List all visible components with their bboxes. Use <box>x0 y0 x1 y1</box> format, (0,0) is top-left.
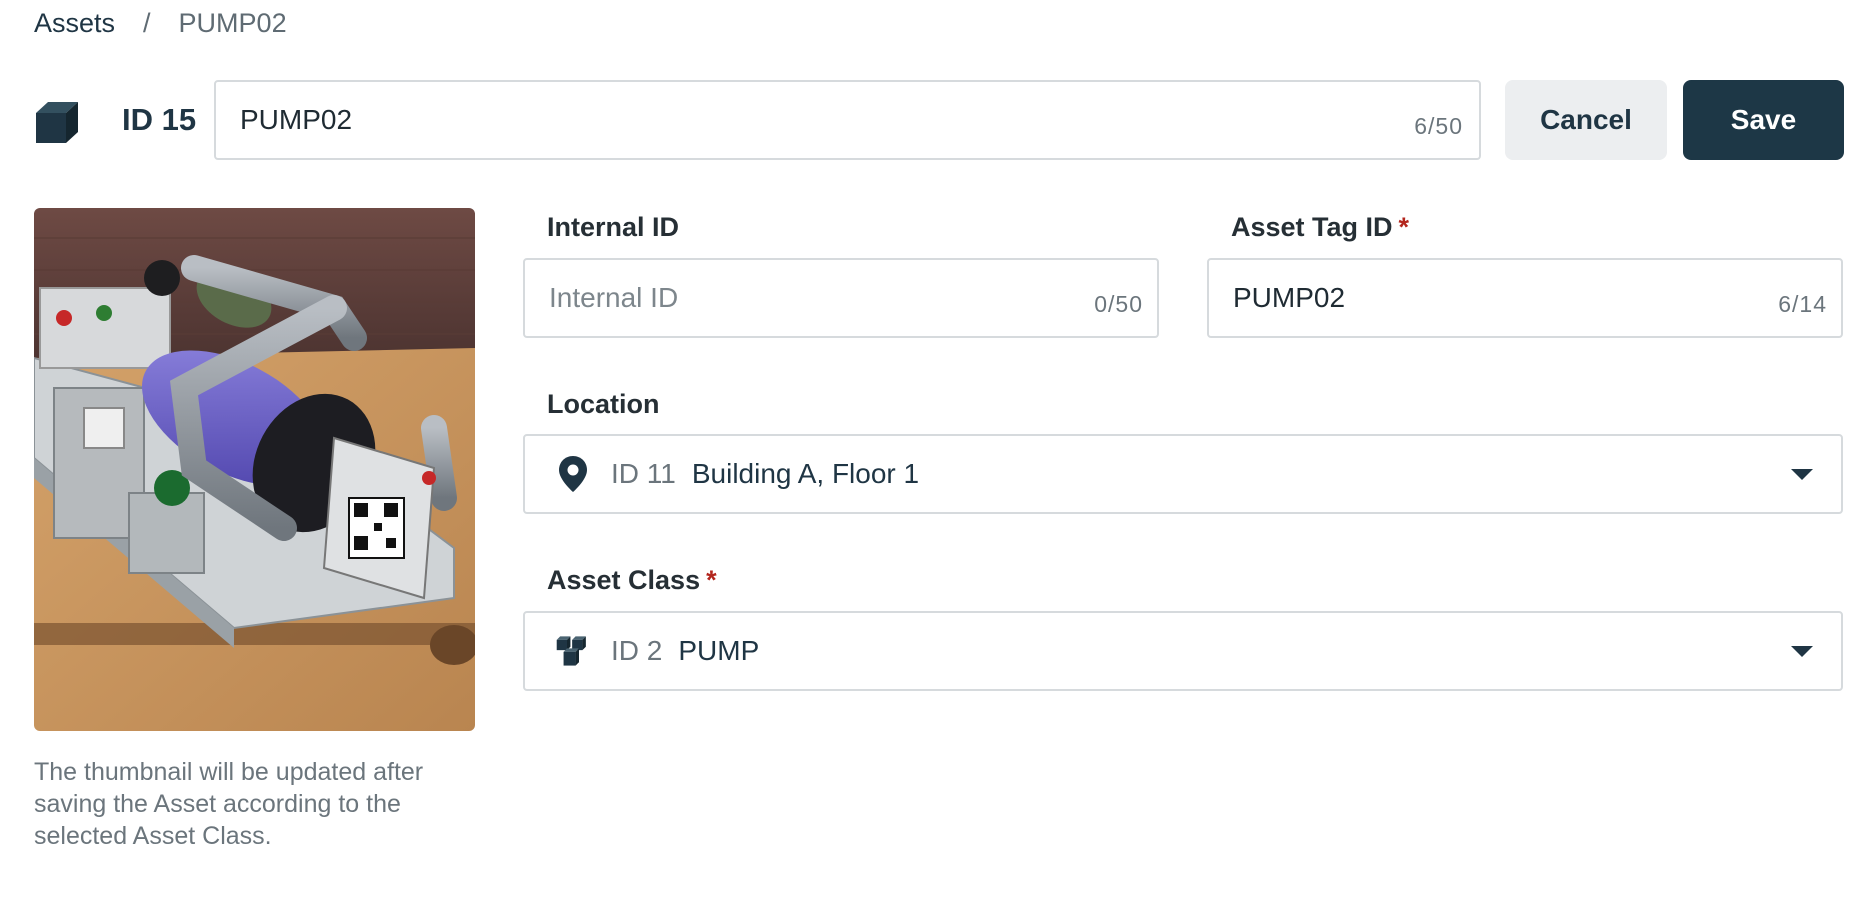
asset-class-id: ID 2 <box>611 635 663 666</box>
thumbnail-note: The thumbnail will be updated after savi… <box>34 758 424 850</box>
internal-id-counter: 0/50 <box>1094 290 1143 317</box>
pump-photo <box>34 208 475 731</box>
asset-tag-id-value: PUMP02 <box>1233 282 1346 313</box>
breadcrumb-current: PUMP02 <box>178 8 287 38</box>
internal-id-label-text: Internal ID <box>547 212 680 242</box>
breadcrumb-assets-link[interactable]: Assets <box>34 8 115 39</box>
asset-header: ID 15 PUMP02 6/50 Cancel Save <box>34 80 1844 160</box>
asset-class-select[interactable]: ID 2 PUMP <box>523 611 1843 691</box>
required-marker: * <box>706 565 717 595</box>
asset-class-label-text: Asset Class <box>547 565 701 595</box>
chevron-down-icon[interactable] <box>1791 468 1813 480</box>
internal-id-label: Internal ID <box>547 212 679 243</box>
location-label-text: Location <box>547 389 660 419</box>
asset-name-input[interactable]: PUMP02 6/50 <box>214 80 1481 160</box>
asset-class-value: PUMP <box>678 635 760 666</box>
cube-icon <box>36 102 78 143</box>
asset-tag-id-counter: 6/14 <box>1778 290 1827 317</box>
breadcrumb: Assets / PUMP02 <box>34 8 287 39</box>
asset-name-counter: 6/50 <box>1414 112 1463 139</box>
location-id: ID 11 <box>611 458 676 489</box>
internal-id-field[interactable]: Internal ID 0/50 <box>523 258 1159 338</box>
asset-tag-id-label: Asset Tag ID * <box>1231 212 1409 243</box>
required-marker: * <box>1398 212 1410 242</box>
asset-tag-id-field[interactable]: PUMP02 6/14 <box>1207 258 1843 338</box>
asset-id-label: ID 15 <box>122 102 197 137</box>
asset-thumbnail <box>34 208 475 731</box>
location-label: Location <box>547 389 660 420</box>
chevron-down-icon[interactable] <box>1791 645 1813 657</box>
cancel-button[interactable]: Cancel <box>1505 80 1667 160</box>
cubes-icon <box>555 631 591 671</box>
asset-tag-id-label-text: Asset Tag ID <box>1231 212 1393 242</box>
location-value: Building A, Floor 1 <box>691 458 920 489</box>
asset-name-value: PUMP02 <box>240 104 353 135</box>
asset-class-label: Asset Class * <box>547 565 717 596</box>
map-pin-icon <box>555 454 591 494</box>
save-button[interactable]: Save <box>1683 80 1844 160</box>
location-select[interactable]: ID 11 Building A, Floor 1 <box>523 434 1843 514</box>
breadcrumb-separator: / <box>143 8 151 38</box>
internal-id-placeholder: Internal ID <box>549 282 679 313</box>
